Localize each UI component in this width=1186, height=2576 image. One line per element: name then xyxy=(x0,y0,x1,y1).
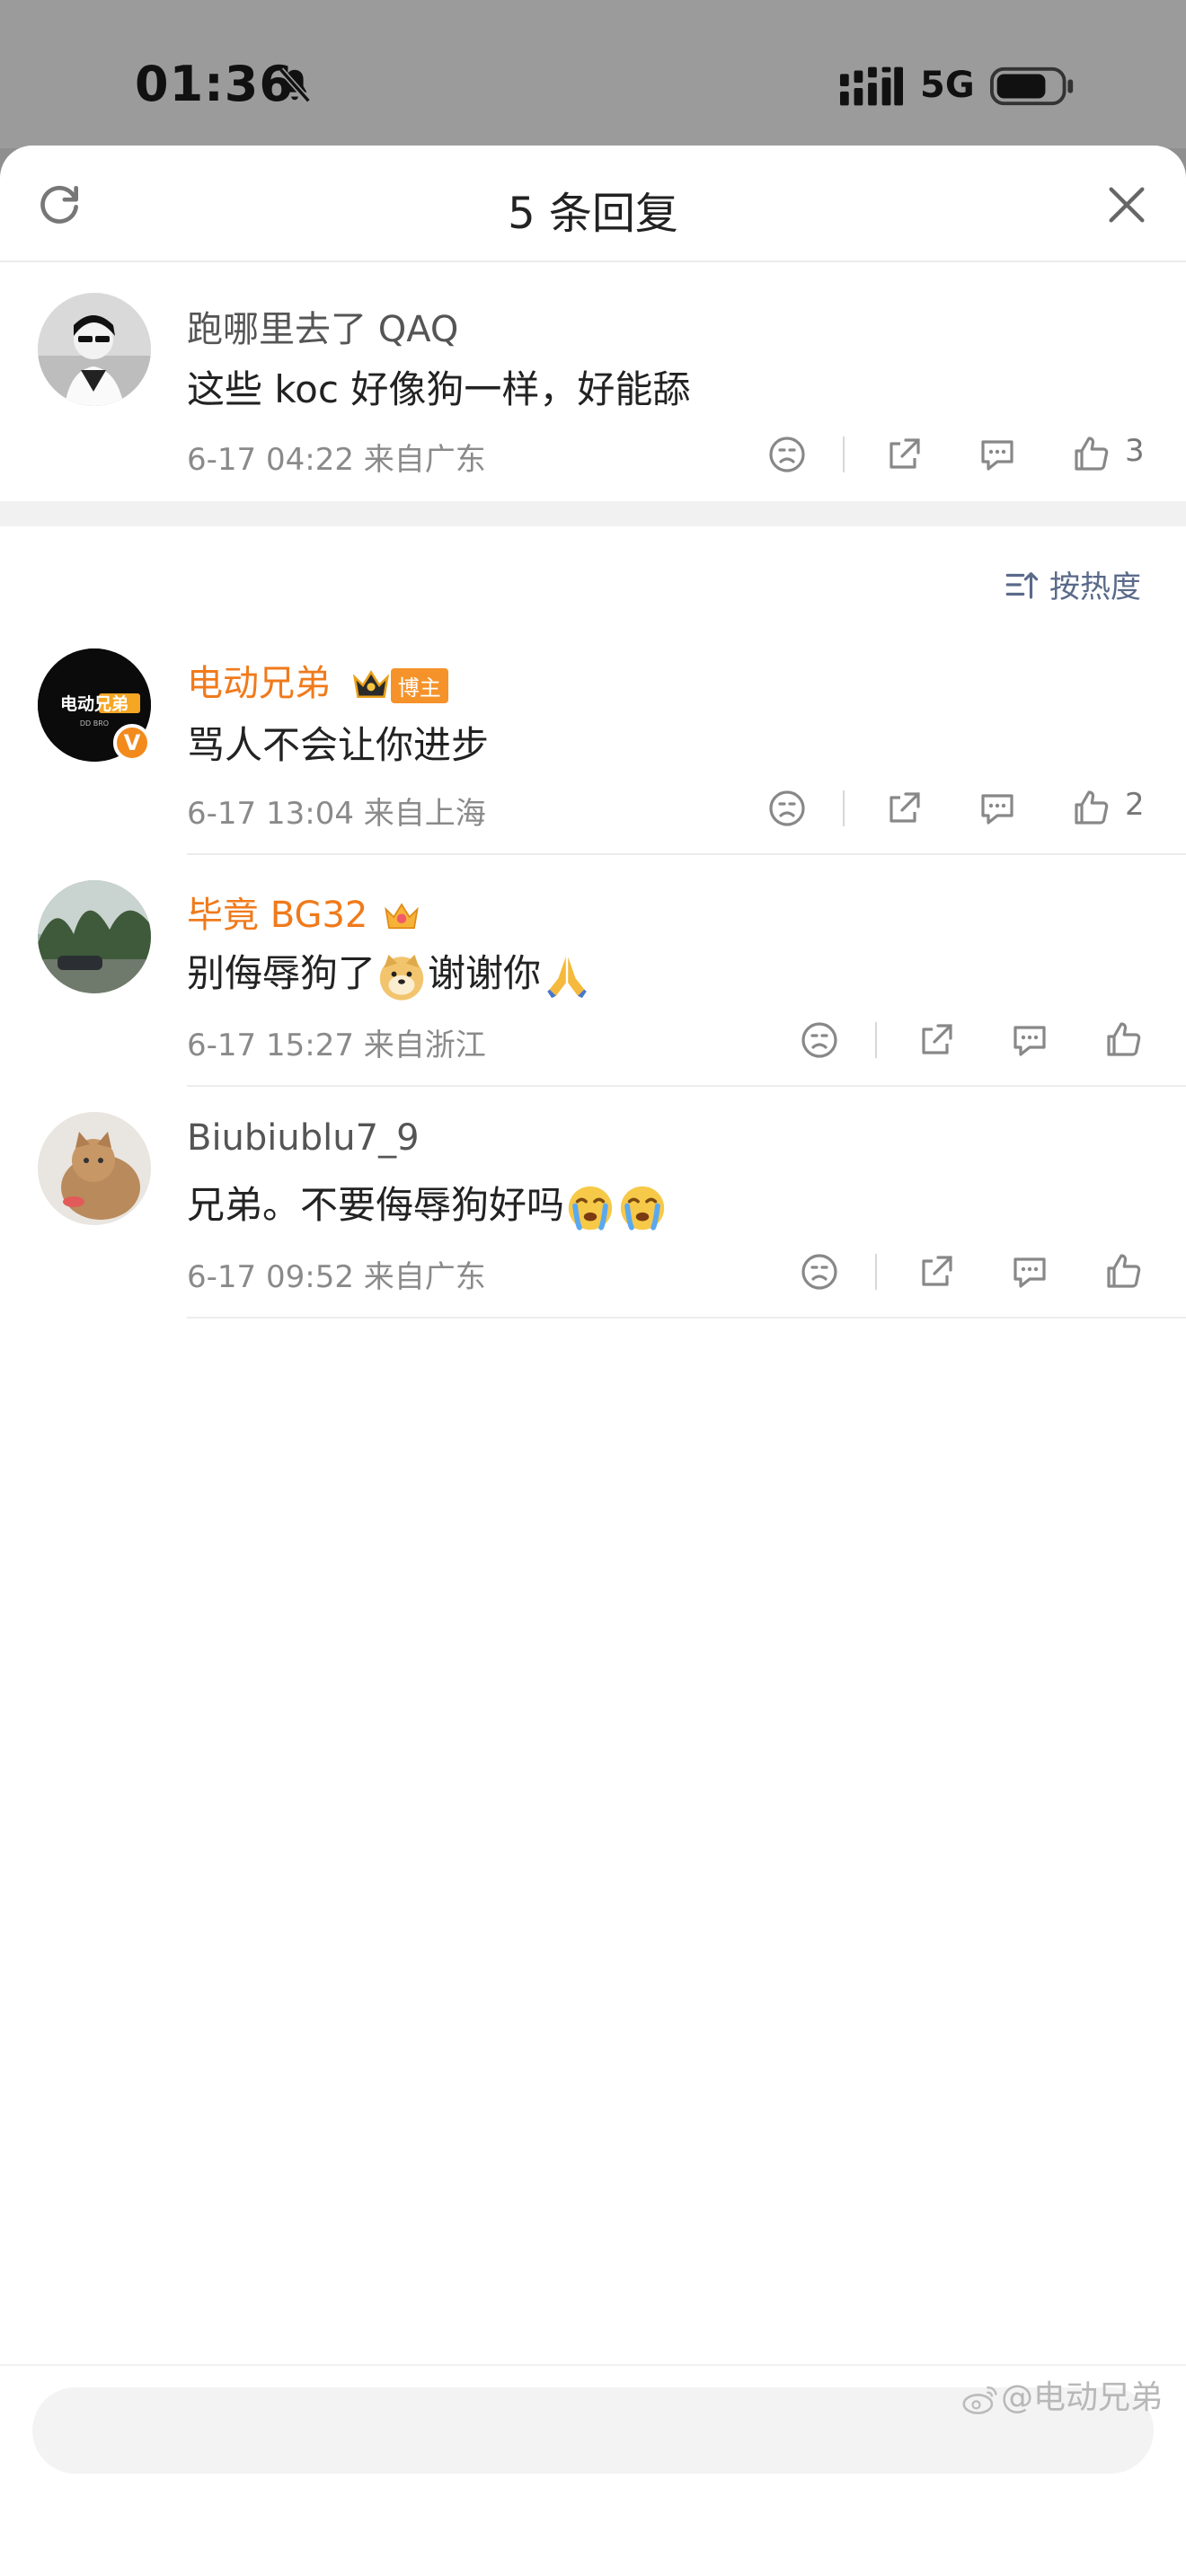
comment-text-part: 别侮辱狗了 xyxy=(187,951,376,995)
username[interactable]: 跑哪里去了 QAQ xyxy=(187,300,458,352)
status-time: 01:36 xyxy=(135,56,294,112)
comment-meta: 6-17 15:27 来自浙江 xyxy=(187,1028,486,1063)
crown-icon xyxy=(352,670,389,698)
avatar[interactable] xyxy=(38,880,151,993)
comment-content: 骂人不会让你进步 xyxy=(187,723,490,767)
dislike-icon[interactable] xyxy=(798,1250,841,1293)
bell-mute-icon xyxy=(279,67,311,103)
comment-actions xyxy=(798,1013,1157,1067)
battery-icon xyxy=(990,66,1074,106)
dislike-icon[interactable] xyxy=(798,1019,841,1062)
divider xyxy=(187,853,1186,855)
avatar[interactable] xyxy=(38,293,151,406)
comment-content: 别侮辱狗了 谢谢你 xyxy=(187,943,593,1002)
crying-emoji-icon xyxy=(568,1186,613,1231)
like-icon[interactable] xyxy=(1069,787,1112,830)
comment-actions: 3 xyxy=(766,428,1161,481)
share-icon[interactable] xyxy=(915,1019,958,1062)
share-icon[interactable] xyxy=(915,1250,958,1293)
like-count: 3 xyxy=(1125,433,1145,469)
dislike-icon[interactable] xyxy=(766,433,809,476)
comment-meta: 6-17 04:22 来自广东 xyxy=(187,442,486,478)
avatar-logo-sub: DD BRO xyxy=(80,719,109,728)
username[interactable]: 毕竟 BG32 xyxy=(187,886,420,938)
comment-icon[interactable] xyxy=(1008,1250,1051,1293)
sort-icon xyxy=(1005,572,1039,599)
verified-badge: V xyxy=(113,724,151,762)
username[interactable]: 电动兄弟 博主 xyxy=(187,654,448,706)
like-icon[interactable] xyxy=(1102,1019,1145,1062)
reply-item: 电动兄弟 DD BRO V 电动兄弟 博主 骂人不会让你进步 6-17 13:0… xyxy=(0,648,1186,862)
comment-text-part: 谢谢你 xyxy=(428,951,542,995)
signal-icon xyxy=(840,66,903,106)
comment-icon[interactable] xyxy=(1008,1019,1051,1062)
reply-item: Biubiublu7_9 兄弟。不要侮辱狗好吗 6-17 09:52 来自广东 xyxy=(0,1112,1186,1328)
reply-item: 毕竟 BG32 别侮辱狗了 谢谢你 6-17 15:27 来自浙江 xyxy=(0,880,1186,1096)
watermark-text: @电动兄弟 xyxy=(1000,2379,1163,2416)
like-icon[interactable] xyxy=(1102,1250,1145,1293)
network-type: 5G xyxy=(920,65,975,106)
username-text: 毕竟 BG32 xyxy=(187,895,368,936)
avatar-logo-text: 电动兄弟 xyxy=(60,693,128,714)
status-bar: 01:36 5G xyxy=(0,0,1186,148)
username-text: 电动兄弟 xyxy=(187,663,331,704)
doge-emoji-icon xyxy=(379,954,424,1001)
comment-text: 兄弟。不要侮辱狗好吗 xyxy=(187,1183,565,1227)
comment-meta: 6-17 13:04 来自上海 xyxy=(187,796,486,832)
crown-level-icon xyxy=(385,903,419,930)
comment-actions xyxy=(798,1245,1157,1299)
weibo-logo-icon xyxy=(962,2386,997,2414)
like-count: 2 xyxy=(1125,787,1145,823)
comment-content: 兄弟。不要侮辱狗好吗 xyxy=(187,1175,668,1234)
share-icon[interactable] xyxy=(882,787,925,830)
comment-content: 这些 koc 好像狗一样，好能舔 xyxy=(187,367,691,411)
divider xyxy=(187,1317,1186,1319)
root-comment: 跑哪里去了 QAQ 这些 koc 好像狗一样，好能舔 6-17 04:22 来自… xyxy=(0,146,1186,501)
sort-label: 按热度 xyxy=(1049,569,1141,605)
divider xyxy=(187,1085,1186,1087)
comment-actions: 2 xyxy=(766,781,1161,835)
watermark: @电动兄弟 xyxy=(961,2371,1163,2418)
crying-emoji-icon xyxy=(620,1186,665,1231)
comment-icon[interactable] xyxy=(976,787,1019,830)
pray-emoji-icon xyxy=(547,956,587,998)
dislike-icon[interactable] xyxy=(766,787,809,830)
username[interactable]: Biubiublu7_9 xyxy=(187,1117,420,1159)
section-separator xyxy=(0,501,1186,526)
like-icon[interactable] xyxy=(1069,433,1112,476)
share-icon[interactable] xyxy=(882,433,925,476)
comment-meta: 6-17 09:52 来自广东 xyxy=(187,1259,486,1295)
avatar[interactable] xyxy=(38,1112,151,1225)
blogger-badge: 博主 xyxy=(390,667,448,703)
replies-sheet: 5 条回复 跑哪里去了 QAQ 这些 koc 好像狗一样，好能舔 6-17 04… xyxy=(0,146,1186,2576)
comment-icon[interactable] xyxy=(976,433,1019,476)
